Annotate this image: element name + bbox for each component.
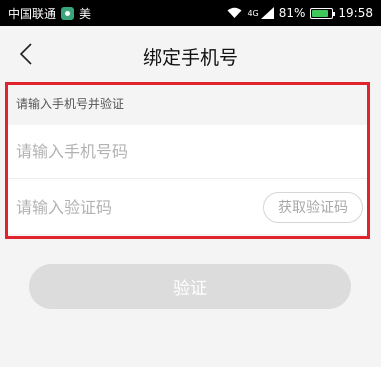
status-bar: 中国联通 美 4G 81% 19:58 <box>0 0 381 26</box>
app-label: 美 <box>79 6 92 21</box>
clock: 19:58 <box>338 6 373 20</box>
page-title: 绑定手机号 <box>142 47 238 69</box>
carrier-name: 中国联通 <box>8 6 57 21</box>
verify-button[interactable]: 验证 <box>29 264 351 309</box>
wifi-icon <box>227 7 242 18</box>
nav-header: 绑定手机号 <box>0 26 381 84</box>
app-notification-icon <box>61 6 75 20</box>
signal-icon <box>260 7 274 19</box>
network-type-label: 4G <box>247 9 259 18</box>
battery-icon <box>310 7 336 19</box>
highlight-frame <box>5 82 370 239</box>
battery-percent: 81% <box>278 6 306 20</box>
battery-level-fill <box>312 9 328 17</box>
status-right: 4G 81% 19:58 <box>227 6 373 20</box>
status-left: 中国联通 美 <box>8 5 91 22</box>
